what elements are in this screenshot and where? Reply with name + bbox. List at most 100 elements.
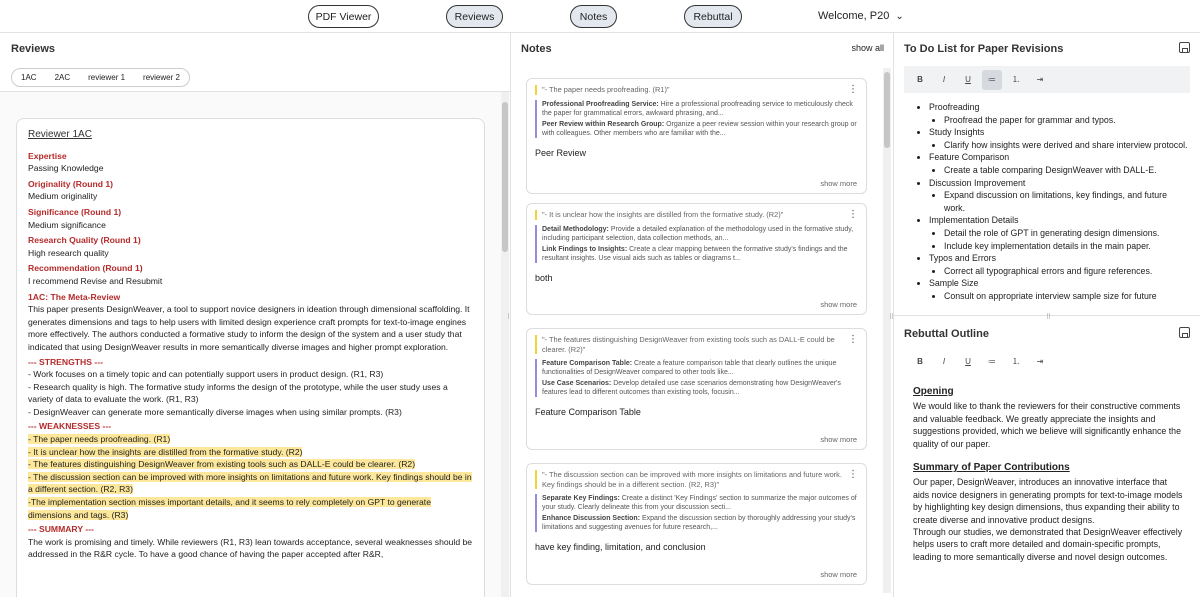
tab-1ac[interactable]: 1AC [21,73,37,82]
reviews-scrollbar[interactable] [501,92,509,597]
reviews-panel: Reviews 1AC 2AC reviewer 1 reviewer 2 Re… [0,33,511,597]
bullet-list-button[interactable]: ≔ [982,69,1002,90]
strength-item: - Research quality is high. The formativ… [28,381,448,405]
rebuttal-content[interactable]: Opening We would like to thank the revie… [913,386,1183,563]
show-more-button[interactable]: show more [820,300,857,309]
note-quote: "- The features distinguishing DesignWea… [535,335,844,354]
user-menu[interactable]: Welcome, P20 ⌄ [818,10,904,22]
field-label: Expertise [28,150,67,161]
show-more-button[interactable]: show more [820,435,857,444]
todo-item: Feature ComparisonCreate a table compari… [929,151,1190,176]
review-scroll-area[interactable]: Reviewer 1AC Expertise Passing Knowledge… [0,91,510,597]
todo-item: ProofreadingProofread the paper for gram… [929,101,1190,126]
tab-reviewer-1[interactable]: reviewer 1 [88,73,125,82]
summary-body: The work is promising and timely. While … [28,536,473,560]
nav-rebuttal-button[interactable]: Rebuttal [684,5,742,28]
italic-button[interactable]: I [934,70,954,90]
underline-button[interactable]: U [958,70,978,90]
reviewer-name: Reviewer 1AC [28,129,92,140]
bold-button[interactable]: B [910,70,930,90]
tab-2ac[interactable]: 2AC [55,73,71,82]
note-suggestions: Feature Comparison Table: Create a featu… [535,359,858,397]
summary-heading: --- SUMMARY --- [28,524,94,535]
notes-panel: Notes show all "- The paper needs proofr… [511,33,894,597]
note-card[interactable]: "- The paper needs proofreading. (R1)" ⋮… [526,78,867,194]
more-options-icon[interactable]: ⋮ [848,84,858,95]
rebuttal-toolbar: B I U ≔ ⒈ ⇥ [904,348,1190,375]
weakness-highlight[interactable]: - The paper needs proofreading. (R1) [28,434,171,445]
todo-subitem: Expand discussion on limitations, key fi… [944,189,1190,214]
field-value: Medium originality [28,191,98,202]
strength-item: - Work focuses on a timely topic and can… [28,369,384,380]
todo-subitem: Correct all typographical errors and fig… [944,265,1190,278]
nav-reviews-button[interactable]: Reviews [446,5,503,28]
note-text[interactable]: Peer Review [535,148,858,158]
tab-reviewer-2[interactable]: reviewer 2 [143,73,180,82]
reviewer-tabs: 1AC 2AC reviewer 1 reviewer 2 [11,68,190,87]
rebuttal-editor: Rebuttal Outline B I U ≔ ⒈ ⇥ Opening We … [894,316,1200,597]
show-all-button[interactable]: show all [851,43,884,55]
todo-content[interactable]: ProofreadingProofread the paper for gram… [904,101,1190,315]
note-suggestions: Professional Proofreading Service: Hire … [535,99,858,138]
nav-notes-button[interactable]: Notes [570,5,617,28]
todo-item: Typos and ErrorsCorrect all typographica… [929,252,1190,277]
reviews-title: Reviews [11,43,56,55]
notes-scrollbar[interactable] [883,68,891,593]
save-icon[interactable] [1179,42,1190,53]
welcome-text: Welcome, P20 [818,10,890,22]
todo-editor: To Do List for Paper Revisions B I U ≔ ⒈… [894,33,1200,316]
show-more-button[interactable]: show more [820,179,857,188]
bold-button[interactable]: B [910,352,930,372]
todo-subitem: Detail the role of GPT in generating des… [944,227,1190,240]
rebuttal-title: Rebuttal Outline [904,328,989,340]
todo-subitem: Clarify how insights were derived and sh… [944,139,1190,152]
underline-button[interactable]: U [958,352,978,372]
todo-subitem: Include key implementation details in th… [944,240,1190,253]
note-suggestions: Detail Methodology: Provide a detailed e… [535,224,858,263]
note-text[interactable]: both [535,273,858,283]
note-card[interactable]: "- The discussion section can be improve… [526,463,867,585]
todo-title: To Do List for Paper Revisions [904,43,1064,55]
note-card[interactable]: "- The features distinguishing DesignWea… [526,328,867,450]
show-more-button[interactable]: show more [820,570,857,579]
note-text[interactable]: have key finding, limitation, and conclu… [535,542,858,552]
nav-pdf-viewer-button[interactable]: PDF Viewer [308,5,379,28]
notes-scroll-thumb[interactable] [884,72,890,148]
todo-item: Study InsightsClarify how insights were … [929,126,1190,151]
note-text[interactable]: Feature Comparison Table [535,407,858,417]
save-icon[interactable] [1179,327,1190,338]
italic-button[interactable]: I [934,352,954,372]
opening-text: We would like to thank the reviewers for… [913,401,1181,449]
todo-subitem: Proofread the paper for grammar and typo… [944,114,1190,127]
more-options-icon[interactable]: ⋮ [848,334,858,345]
right-panel: To Do List for Paper Revisions B I U ≔ ⒈… [894,33,1200,597]
meta-review-body: This paper presents DesignWeaver, a tool… [28,304,470,352]
more-options-icon[interactable]: ⋮ [848,469,858,480]
weakness-highlight[interactable]: -The implementation section misses impor… [28,497,431,520]
todo-item: Sample SizeConsult on appropriate interv… [929,277,1190,302]
field-value: High research quality [28,247,109,258]
indent-button[interactable]: ⇥ [1030,352,1050,372]
field-label: Significance (Round 1) [28,206,122,217]
todo-toolbar: B I U ≔ ⒈ ⇥ [904,66,1190,93]
top-nav-bar: PDF Viewer Reviews Notes Rebuttal Welcom… [0,0,1200,33]
weakness-highlight[interactable]: - The features distinguishing DesignWeav… [28,459,416,470]
indent-button[interactable]: ⇥ [1030,70,1050,90]
strengths-heading: --- STRENGTHS --- [28,356,103,367]
reviews-scroll-thumb[interactable] [502,102,508,252]
more-options-icon[interactable]: ⋮ [848,209,858,220]
field-label: Originality (Round 1) [28,178,113,189]
resize-handle-icon[interactable]: ⠿ [1046,313,1051,321]
review-card: Reviewer 1AC Expertise Passing Knowledge… [16,118,485,597]
bullet-list-button[interactable]: ≔ [982,352,1002,372]
weakness-highlight[interactable]: - The discussion section can be improved… [28,471,472,495]
numbered-list-button[interactable]: ⒈ [1006,70,1026,90]
summary-heading: Summary of Paper Contributions [913,462,1070,474]
weaknesses-heading: --- WEAKNESSES --- [28,421,112,432]
note-card[interactable]: "- It is unclear how the insights are di… [526,203,867,315]
weakness-highlight[interactable]: - It is unclear how the insights are dis… [28,446,303,457]
field-value: I recommend Revise and Resubmit [28,275,163,286]
notes-title: Notes [521,43,552,55]
numbered-list-button[interactable]: ⒈ [1006,352,1026,372]
note-quote: "- The discussion section can be improve… [535,470,844,489]
